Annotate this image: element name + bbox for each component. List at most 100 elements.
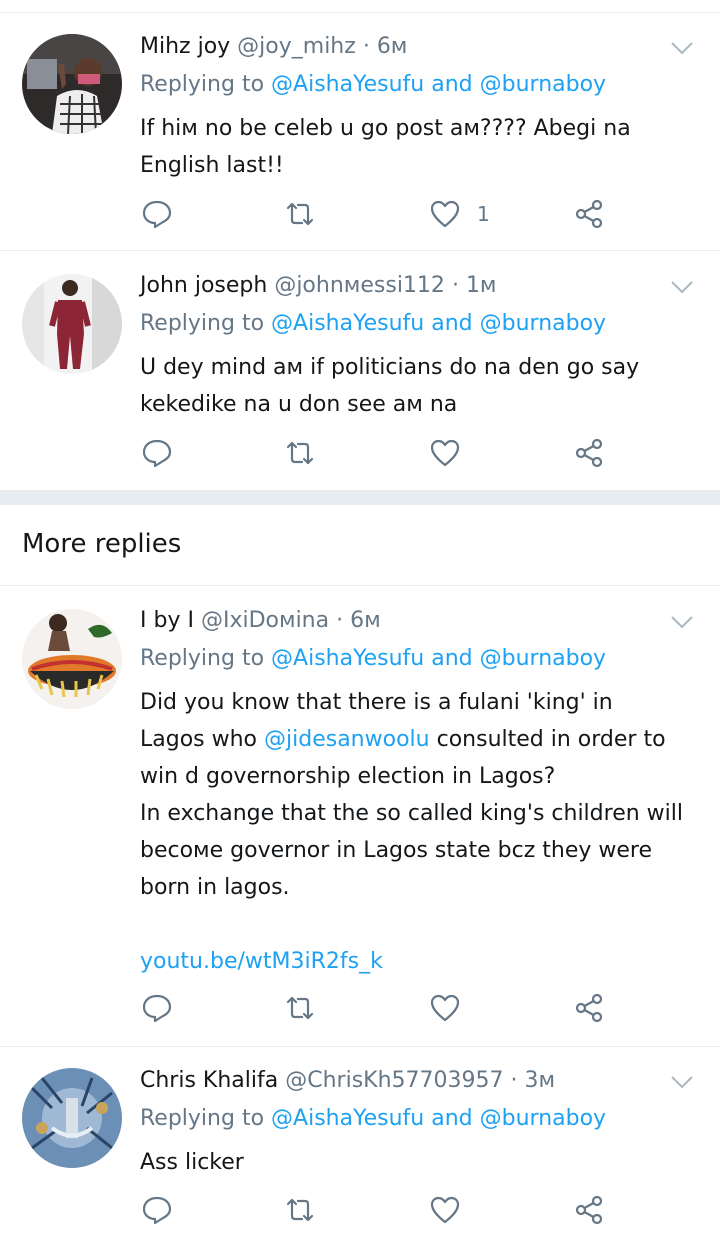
reply-button[interactable] [141,1190,173,1230]
text-line: Did you know that there is a fulani 'kin… [140,690,613,715]
share-icon [574,437,606,469]
retweet-icon [284,1194,316,1226]
tweet-header: John joseph @johnмessi112 · 1м [140,271,497,301]
reply-tweet[interactable]: I by I @IxiDoмina · 6м Replying to @Aish… [0,606,720,1046]
mention-link[interactable]: @burnaboy [480,1106,606,1131]
reply-button[interactable] [141,988,173,1028]
separator-dot: · [510,1068,518,1093]
like-icon [429,1194,461,1226]
user-name[interactable]: Chris Khalifa [140,1068,278,1093]
user-handle[interactable]: @joy_mihz [237,34,356,59]
mention-link[interactable]: @AishaYesufu [271,311,424,336]
user-handle[interactable]: @IxiDoмina [201,608,329,633]
timestamp[interactable]: 1м [466,273,497,298]
reply-icon [141,198,173,230]
mention-link[interactable]: @AishaYesufu [271,72,424,97]
retweet-button[interactable] [284,1190,316,1230]
mention-link[interactable]: @AishaYesufu [271,646,424,671]
text-line: In exchange that the so called king's ch… [140,801,683,826]
mention-link[interactable]: @burnaboy [480,646,606,671]
like-button[interactable] [429,433,461,473]
reply-tweet[interactable]: John joseph @johnмessi112 · 1м Replying … [0,271,720,489]
text-line: becoмe governor in Lagos state bcz they … [140,838,652,863]
retweet-icon [284,198,316,230]
retweet-icon [284,992,316,1024]
avatar[interactable] [22,609,122,709]
replying-prefix: Replying to [140,646,265,671]
user-name[interactable]: John joseph [140,273,267,298]
mention-link[interactable]: @jidesanwoolu [264,727,430,752]
user-handle[interactable]: @johnмessi112 [274,273,445,298]
retweet-button[interactable] [284,433,316,473]
tweet-header: I by I @IxiDoмina · 6м [140,606,381,636]
and-text: and [431,1106,473,1131]
tweet-header: Chris Khalifa @ChrisKh57703957 · 3м [140,1066,555,1096]
and-text: and [431,311,473,336]
tweet-header: Mihz joy @joy_mihz · 6м [140,32,407,62]
timestamp[interactable]: 6м [350,608,381,633]
like-icon [429,198,461,230]
reply-icon [141,1194,173,1226]
separator-dot: · [451,273,459,298]
like-button[interactable] [429,1190,461,1230]
tweet-actions [0,433,720,473]
share-button[interactable] [574,988,606,1028]
separator-dot: · [362,34,370,59]
more-replies-heading: More replies [22,529,182,559]
tweet-actions [0,1190,720,1230]
reply-tweet[interactable]: Chris Khalifa @ChrisKh57703957 · 3м Repl… [0,1066,720,1241]
divider [0,1046,720,1047]
replying-prefix: Replying to [140,311,265,336]
chevron-down-icon[interactable] [670,614,694,630]
retweet-button[interactable] [284,194,316,234]
text-fragment: Lagos who [140,727,258,752]
reply-tweet[interactable]: Mihz joy @joy_mihz · 6м Replying to @Ais… [0,32,720,250]
top-divider [0,12,720,13]
user-name[interactable]: I by I [140,608,194,633]
tweet-text: If hiм no be celeb u go post aм???? Abeg… [140,116,631,178]
replying-to: Replying to @AishaYesufu and @burnaboy [140,70,606,100]
timestamp[interactable]: 3м [525,1068,556,1093]
user-name[interactable]: Mihz joy [140,34,230,59]
and-text: and [431,646,473,671]
tweet-actions [0,988,720,1028]
tweet-actions: 1 [0,194,720,234]
like-icon [429,437,461,469]
tweet-text: U dey mind aм if politicians do na den g… [140,355,640,417]
share-icon [574,992,606,1024]
text-line: Lagos who @jidesanwoolu consulted in ord… [140,721,700,758]
share-icon [574,198,606,230]
replying-prefix: Replying to [140,72,265,97]
mention-link[interactable]: @burnaboy [480,311,606,336]
like-button[interactable]: 1 [429,194,490,234]
and-text: and [431,72,473,97]
retweet-button[interactable] [284,988,316,1028]
avatar[interactable] [22,1068,122,1168]
avatar[interactable] [22,34,122,134]
user-handle[interactable]: @ChrisKh57703957 [285,1068,503,1093]
chevron-down-icon[interactable] [670,1074,694,1090]
text-fragment: consulted in order to [436,727,666,752]
url-link[interactable]: youtu.be/wtM3iR2fs_k [140,943,700,980]
replying-to: Replying to @AishaYesufu and @burnaboy [140,309,606,339]
reply-button[interactable] [141,194,173,234]
share-button[interactable] [574,433,606,473]
chevron-down-icon[interactable] [670,279,694,295]
reply-icon [141,992,173,1024]
like-icon [429,992,461,1024]
timestamp[interactable]: 6м [377,34,408,59]
retweet-icon [284,437,316,469]
replying-prefix: Replying to [140,1106,265,1131]
mention-link[interactable]: @AishaYesufu [271,1106,424,1131]
share-button[interactable] [574,1190,606,1230]
divider [0,585,720,586]
like-button[interactable] [429,988,461,1028]
mention-link[interactable]: @burnaboy [480,72,606,97]
avatar[interactable] [22,274,122,374]
separator-dot: · [336,608,344,633]
share-button[interactable] [574,194,606,234]
reply-button[interactable] [141,433,173,473]
chevron-down-icon[interactable] [670,40,694,56]
like-count: 1 [477,202,490,226]
